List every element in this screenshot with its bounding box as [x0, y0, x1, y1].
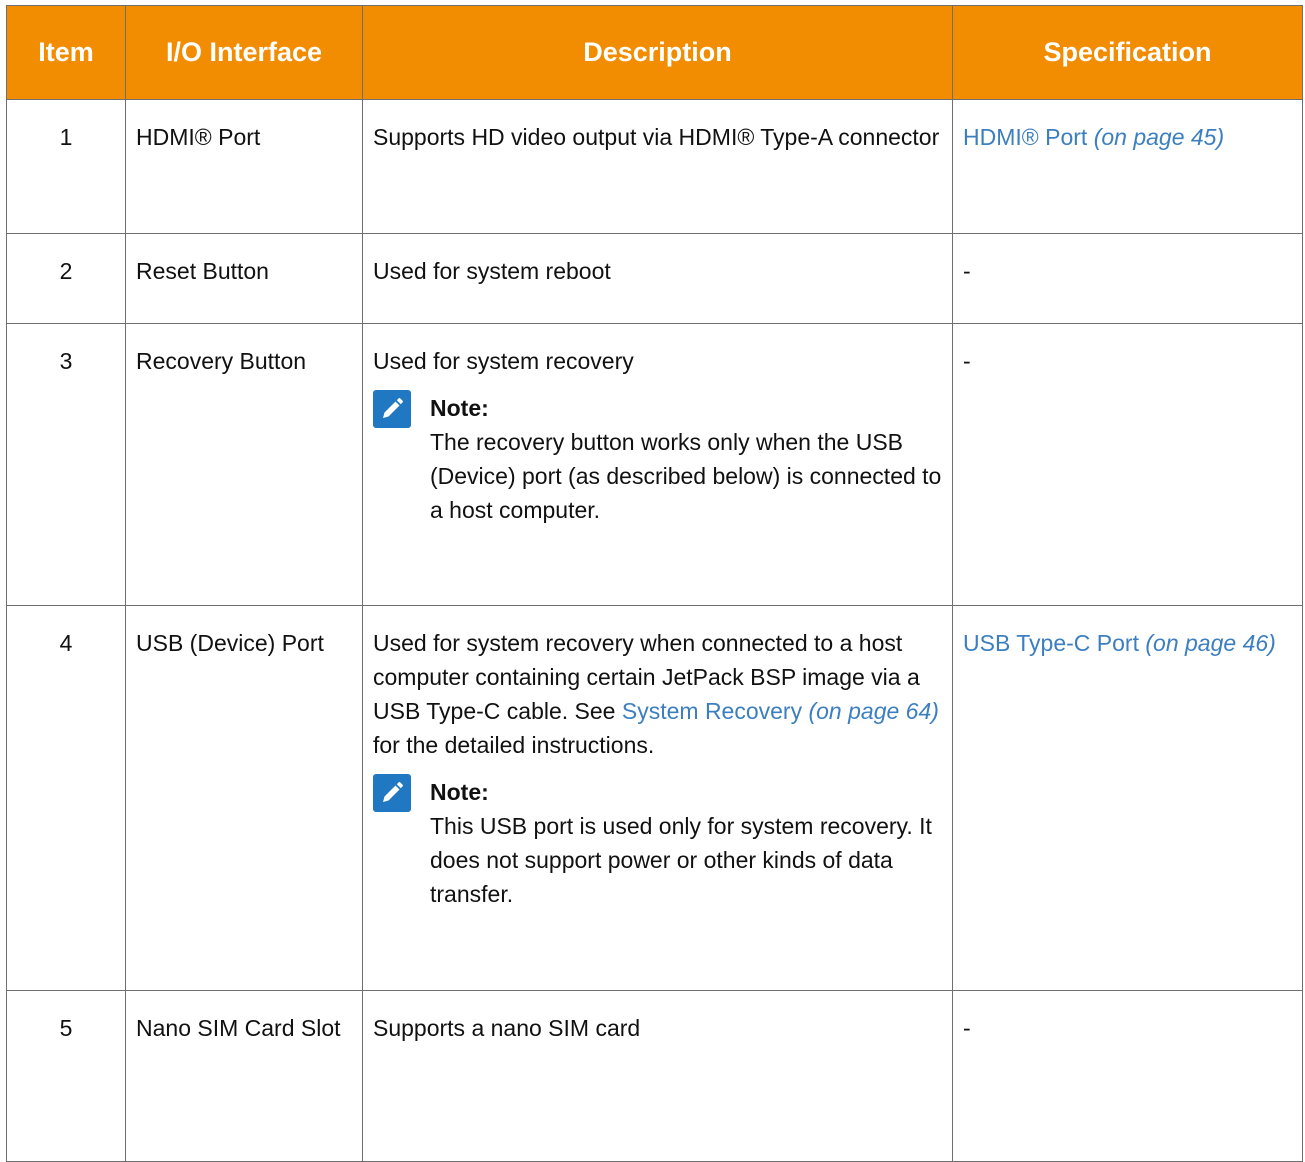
table-row: 1 HDMI® Port Supports HD video output vi…	[6, 99, 1303, 234]
cell-item: 2	[6, 233, 126, 324]
cell-item: 1	[6, 99, 126, 234]
cell-io-interface: Recovery Button	[125, 323, 363, 606]
table-row: 3 Recovery Button Used for system recove…	[6, 323, 1303, 606]
table-row: 2 Reset Button Used for system reboot -	[6, 233, 1303, 324]
description-text: Used for system recovery when connected …	[373, 626, 942, 762]
cell-description: Used for system reboot	[362, 233, 953, 324]
hdmi-port-link[interactable]: HDMI® Port (on page 45)	[963, 124, 1224, 150]
cell-description: Supports a nano SIM card	[362, 990, 953, 1162]
cell-description: Used for system recovery when connected …	[362, 605, 953, 991]
cell-description: Used for system recovery Note: The recov…	[362, 323, 953, 606]
cell-item: 3	[6, 323, 126, 606]
cell-specification: USB Type-C Port (on page 46)	[952, 605, 1303, 991]
note-title: Note:	[430, 779, 489, 805]
cell-specification: -	[952, 323, 1303, 606]
cell-io-interface: HDMI® Port	[125, 99, 363, 234]
note-block: Note: The recovery button works only whe…	[373, 390, 942, 527]
note-block: Note: This USB port is used only for sys…	[373, 774, 942, 911]
description-suffix: for the detailed instructions.	[373, 732, 655, 758]
description-text: Used for system recovery	[373, 348, 634, 374]
note-body: This USB port is used only for system re…	[430, 813, 932, 907]
table-row: 5 Nano SIM Card Slot Supports a nano SIM…	[6, 990, 1303, 1162]
usb-type-c-port-link[interactable]: USB Type-C Port (on page 46)	[963, 630, 1276, 656]
usb-type-c-port-link-page: (on page 46)	[1145, 630, 1276, 656]
cell-item: 5	[6, 990, 126, 1162]
note-text: Note: This USB port is used only for sys…	[430, 775, 942, 911]
cell-specification: HDMI® Port (on page 45)	[952, 99, 1303, 234]
pencil-note-icon	[373, 390, 411, 428]
system-recovery-link-text: System Recovery	[621, 698, 803, 724]
usb-type-c-port-link-text: USB Type-C Port	[963, 630, 1139, 656]
pencil-note-icon	[373, 774, 411, 812]
table-header-row: Item I/O Interface Description Specifica…	[6, 5, 1303, 100]
hdmi-port-link-text: HDMI® Port	[963, 124, 1088, 150]
header-specification: Specification	[952, 5, 1303, 100]
system-recovery-link-page: (on page 64)	[808, 698, 939, 724]
header-io-interface: I/O Interface	[125, 5, 363, 100]
header-description: Description	[362, 5, 953, 100]
cell-description: Supports HD video output via HDMI® Type-…	[362, 99, 953, 234]
cell-specification: -	[952, 233, 1303, 324]
cell-io-interface: Reset Button	[125, 233, 363, 324]
note-text: Note: The recovery button works only whe…	[430, 391, 942, 527]
io-interface-table: Item I/O Interface Description Specifica…	[6, 5, 1303, 1162]
table-row: 4 USB (Device) Port Used for system reco…	[6, 605, 1303, 991]
note-body: The recovery button works only when the …	[430, 429, 942, 523]
cell-item: 4	[6, 605, 126, 991]
cell-io-interface: USB (Device) Port	[125, 605, 363, 991]
note-title: Note:	[430, 395, 489, 421]
hdmi-port-link-page: (on page 45)	[1093, 124, 1225, 150]
system-recovery-link[interactable]: System Recovery (on page 64)	[622, 698, 939, 724]
cell-io-interface: Nano SIM Card Slot	[125, 990, 363, 1162]
cell-specification: -	[952, 990, 1303, 1162]
header-item: Item	[6, 5, 126, 100]
